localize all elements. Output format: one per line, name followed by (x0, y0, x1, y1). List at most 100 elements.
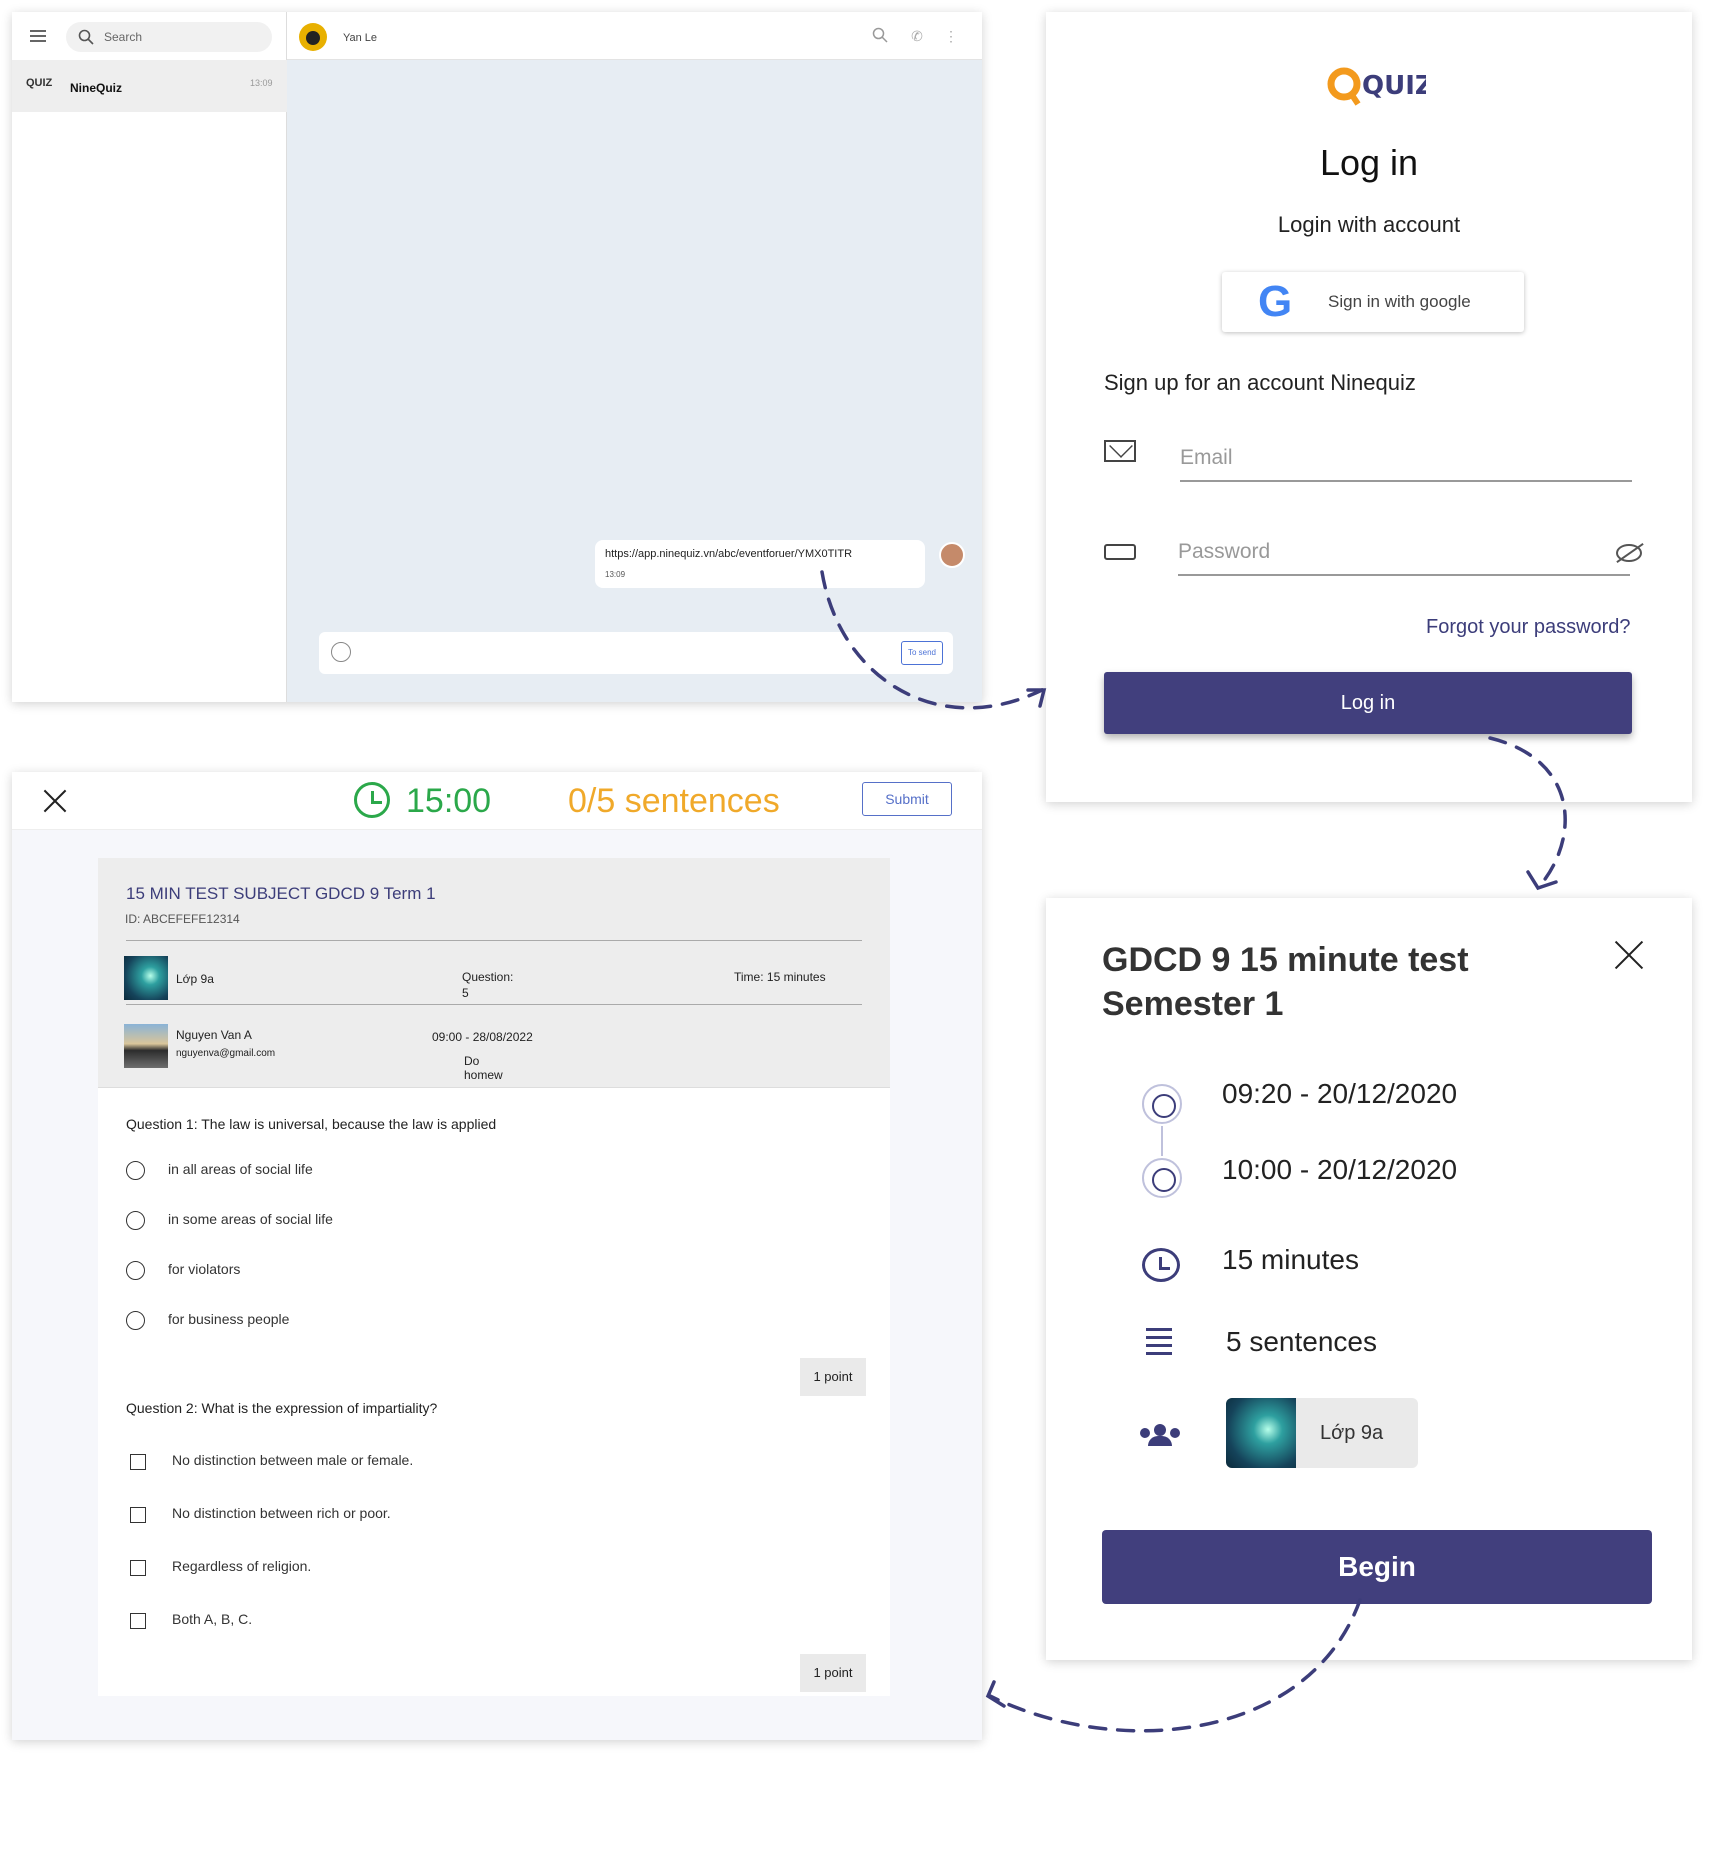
radio-option-1[interactable] (126, 1161, 145, 1180)
question-count: 5 (462, 986, 469, 1000)
author-name: Nguyen Van A (176, 1028, 252, 1042)
arrowhead (1026, 688, 1047, 708)
option-label[interactable]: Both A, B, C. (172, 1611, 252, 1627)
quiz-toolbar: 15:00 0/5 sentences Submit (12, 772, 982, 830)
option-label[interactable]: Regardless of religion. (172, 1558, 311, 1574)
radio-option-3[interactable] (126, 1261, 145, 1280)
google-signin-button[interactable]: G Sign in with google (1222, 272, 1524, 332)
quiz-header: 15 MIN TEST SUBJECT GDCD 9 Term 1 ID: AB… (98, 858, 890, 1088)
question-list-icon (1146, 1328, 1172, 1360)
submit-button[interactable]: Submit (862, 782, 952, 816)
search-icon[interactable] (872, 27, 888, 43)
option-label[interactable]: for violators (168, 1261, 240, 1277)
points-badge: 1 point (800, 1654, 866, 1692)
message-link[interactable]: https://app.ninequiz.vn/abc/eventforuer/… (605, 548, 852, 560)
radio-option-2[interactable] (126, 1211, 145, 1230)
test-title: GDCD 9 15 minute test Semester 1 (1102, 941, 1469, 1023)
search-input[interactable]: Search (66, 22, 272, 52)
contact-name: Yan Le (343, 32, 378, 44)
answered-progress: 0/5 sentences (568, 782, 780, 820)
login-panel: QUIZ Log in Login with account G Sign in… (1046, 12, 1692, 802)
forgot-password-link[interactable]: Forgot your password? (1426, 616, 1631, 639)
hide-password-icon[interactable] (1616, 544, 1642, 562)
class-name: Lớp 9a (1320, 1422, 1384, 1444)
google-signin-label: Sign in with google (1328, 292, 1471, 311)
schedule-time: 09:00 - 28/08/2022 (432, 1030, 533, 1044)
message-input[interactable]: To send (319, 632, 953, 674)
menu-icon[interactable] (30, 30, 46, 42)
checkbox-option-2[interactable] (130, 1507, 146, 1523)
search-placeholder: Search (104, 30, 143, 44)
emoji-icon[interactable] (331, 642, 351, 662)
question-1-text: Question 1: The law is universal, becaus… (126, 1116, 497, 1132)
conversation-time: 13:09 (250, 78, 273, 88)
login-button[interactable]: Log in (1104, 672, 1632, 734)
option-label[interactable]: No distinction between rich or poor. (172, 1505, 391, 1521)
chat-main: Yan Le ✆ ⋮ https://app.ninequiz.vn/abc/e… (287, 12, 982, 702)
option-label[interactable]: for business people (168, 1311, 289, 1327)
question-2-text: Question 2: What is the expression of im… (126, 1400, 438, 1416)
group-icon (1140, 1424, 1180, 1446)
class-thumbnail (124, 956, 168, 1000)
password-placeholder: Password (1178, 540, 1271, 563)
message-bubble: https://app.ninequiz.vn/abc/eventforuer/… (595, 540, 925, 588)
checkbox-option-3[interactable] (130, 1560, 146, 1576)
close-icon[interactable] (42, 788, 68, 814)
option-label[interactable]: in some areas of social life (168, 1211, 333, 1227)
checkbox-option-1[interactable] (130, 1454, 146, 1470)
send-button[interactable]: To send (901, 641, 943, 665)
password-icon (1104, 544, 1136, 560)
chat-header: Yan Le ✆ ⋮ (287, 12, 982, 60)
alarm-clock-icon (354, 782, 390, 818)
begin-button[interactable]: Begin (1102, 1530, 1652, 1604)
task-label: Do homew (464, 1054, 503, 1082)
chat-sidebar: Search QUIZ NineQuiz 13:09 (12, 12, 287, 702)
quiz-title: 15 MIN TEST SUBJECT GDCD 9 Term 1 (126, 884, 436, 903)
time-limit: Time: 15 minutes (734, 970, 826, 984)
end-clock-icon (1142, 1158, 1182, 1198)
more-icon[interactable]: ⋮ (943, 28, 959, 44)
sentence-count: 5 sentences (1226, 1326, 1377, 1357)
author-avatar (124, 1024, 168, 1068)
start-clock-icon (1142, 1084, 1182, 1124)
email-field[interactable]: Email (1180, 438, 1632, 482)
chat-window: Search QUIZ NineQuiz 13:09 Yan Le ✆ ⋮ ht… (12, 12, 982, 702)
quiz-window: 15:00 0/5 sentences Submit 15 MIN TEST S… (12, 772, 982, 1740)
option-label[interactable]: No distinction between male or female. (172, 1452, 413, 1468)
conversation-name: NineQuiz (70, 81, 123, 95)
divider (126, 940, 862, 941)
quiz-logo-text: QUIZ (1362, 71, 1426, 101)
countdown-timer: 15:00 (406, 782, 492, 820)
conversation-item[interactable]: QUIZ NineQuiz 13:09 (12, 60, 287, 112)
duration-icon (1142, 1248, 1180, 1282)
timeline-connector (1161, 1126, 1163, 1156)
message-time: 13:09 (605, 570, 626, 579)
test-info-panel: GDCD 9 15 minute test Semester 1 09:20 -… (1046, 898, 1692, 1660)
end-time: 10:00 - 20/12/2020 (1222, 1154, 1458, 1185)
contact-avatar[interactable] (299, 23, 327, 51)
checkbox-option-4[interactable] (130, 1613, 146, 1629)
arrowhead (1526, 870, 1558, 891)
quiz-logo: QUIZ (1327, 67, 1426, 106)
login-title: Log in (1319, 142, 1419, 183)
duration: 15 minutes (1222, 1244, 1359, 1275)
radio-option-4[interactable] (126, 1311, 145, 1330)
mail-icon (1104, 440, 1136, 462)
search-icon (78, 29, 94, 45)
signup-heading: Sign up for an account Ninequiz (1104, 370, 1416, 395)
google-icon: G (1258, 277, 1293, 326)
option-label[interactable]: in all areas of social life (168, 1161, 313, 1177)
sender-avatar (939, 542, 965, 568)
login-subtitle: Login with account (1277, 212, 1461, 237)
quiz-logo-small: QUIZ (26, 77, 53, 89)
class-chip[interactable]: Lớp 9a (1226, 1398, 1418, 1468)
quiz-card: 15 MIN TEST SUBJECT GDCD 9 Term 1 ID: AB… (98, 858, 890, 1696)
close-icon[interactable] (1614, 940, 1644, 970)
author-email: nguyenva@gmail.com (176, 1048, 276, 1059)
password-field[interactable]: Password (1178, 532, 1630, 576)
start-time: 09:20 - 20/12/2020 (1222, 1078, 1458, 1109)
points-badge: 1 point (800, 1358, 866, 1396)
arrowhead (985, 1680, 1006, 1708)
phone-icon[interactable]: ✆ (909, 28, 925, 44)
class-name: Lớp 9a (176, 972, 214, 986)
